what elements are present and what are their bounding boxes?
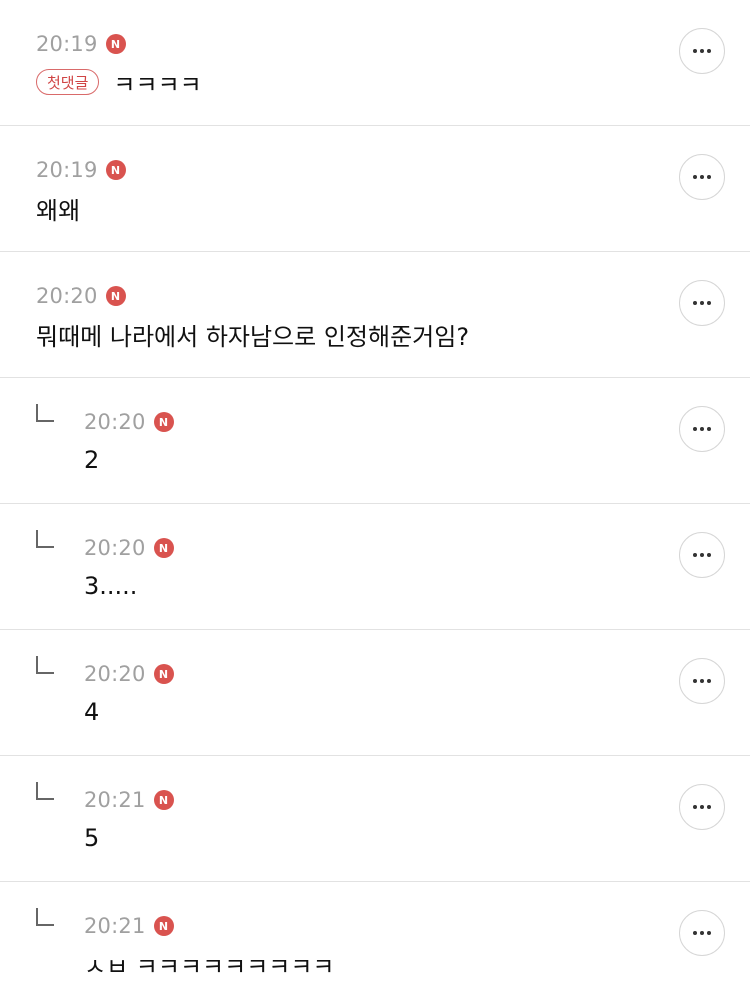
more-options-icon: [700, 805, 704, 809]
more-options-button[interactable]: [679, 154, 725, 200]
new-badge-icon: N: [105, 286, 126, 306]
more-options-icon: [693, 49, 697, 53]
comment-time: 20:21: [84, 914, 146, 938]
more-options-icon: [693, 679, 697, 683]
more-options-icon: [700, 49, 704, 53]
comment-text: 뭐때메 나라에서 하자남으로 인정해준거임?: [36, 322, 470, 351]
new-badge-icon: N: [153, 664, 174, 684]
more-options-icon: [700, 553, 704, 557]
comment-time: 20:20: [84, 536, 146, 560]
more-options-icon: [700, 931, 704, 935]
comment-time: 20:21: [84, 788, 146, 812]
more-options-icon: [707, 931, 711, 935]
comment-time: 20:20: [36, 284, 98, 308]
more-options-button[interactable]: [679, 910, 725, 956]
more-options-button[interactable]: [679, 280, 725, 326]
comment-meta: 20:20 N: [36, 283, 126, 309]
more-options-icon: [693, 175, 697, 179]
comment-item: 20:19 N 첫댓글 ㅋㅋㅋㅋ: [0, 0, 750, 126]
comment-item: 20:19 N 왜왜: [0, 126, 750, 252]
comment-time: 20:19: [36, 32, 98, 56]
comment-meta: 20:19 N: [36, 157, 126, 183]
more-options-icon: [693, 427, 697, 431]
more-options-icon: [693, 805, 697, 809]
more-options-button[interactable]: [679, 658, 725, 704]
comment-text: 3.....: [84, 572, 138, 600]
more-options-icon: [707, 553, 711, 557]
comment-text: ㅅㅂ ㅋㅋㅋㅋㅋㅋㅋㅋㅋ: [84, 952, 335, 981]
more-options-icon: [693, 553, 697, 557]
more-options-icon: [700, 427, 704, 431]
more-options-button[interactable]: [679, 406, 725, 452]
reply-arrow-icon: [36, 656, 54, 674]
comment-text: 왜왜: [36, 196, 81, 225]
comment-meta: 20:20 N: [84, 661, 174, 687]
reply-arrow-icon: [36, 530, 54, 548]
comment-text: 5: [84, 824, 100, 852]
more-options-button[interactable]: [679, 28, 725, 74]
comment-item: 20:20 N 뭐때메 나라에서 하자남으로 인정해준거임?: [0, 252, 750, 378]
more-options-icon: [700, 301, 704, 305]
new-badge-icon: N: [153, 412, 174, 432]
comment-body: ㅅㅂ ㅋㅋㅋㅋㅋㅋㅋㅋㅋ: [84, 946, 335, 982]
reply-item: 20:21 N 5: [0, 756, 750, 882]
comment-meta: 20:19 N: [36, 31, 126, 57]
comment-body: 첫댓글 ㅋㅋㅋㅋ: [36, 64, 202, 100]
more-options-button[interactable]: [679, 532, 725, 578]
first-comment-tag: 첫댓글: [36, 69, 100, 95]
comment-time: 20:20: [84, 410, 146, 434]
more-options-icon: [707, 49, 711, 53]
more-options-icon: [707, 805, 711, 809]
comment-meta: 20:20 N: [84, 409, 174, 435]
comment-meta: 20:21 N: [84, 913, 174, 939]
reply-item: 20:20 N 4: [0, 630, 750, 756]
new-badge-icon: N: [105, 160, 126, 180]
comment-body: 2: [84, 442, 99, 478]
comment-body: 3.....: [84, 568, 137, 604]
new-badge-icon: N: [153, 538, 174, 558]
more-options-icon: [700, 175, 704, 179]
comment-time: 20:20: [84, 662, 146, 686]
more-options-button[interactable]: [679, 784, 725, 830]
comment-time: 20:19: [36, 158, 98, 182]
comment-list: 20:19 N 첫댓글 ㅋㅋㅋㅋ 20:19 N 왜왜 20:20 N 뭐때메 …: [0, 0, 750, 1005]
reply-arrow-icon: [36, 908, 54, 926]
reply-item: 20:21 N ㅅㅂ ㅋㅋㅋㅋㅋㅋㅋㅋㅋ: [0, 882, 750, 1005]
comment-body: 4: [84, 694, 99, 730]
comment-meta: 20:20 N: [84, 535, 174, 561]
more-options-icon: [707, 427, 711, 431]
comment-body: 뭐때메 나라에서 하자남으로 인정해준거임?: [36, 316, 469, 352]
comment-text: 4: [84, 698, 100, 726]
new-badge-icon: N: [105, 34, 126, 54]
more-options-icon: [707, 679, 711, 683]
reply-item: 20:20 N 2: [0, 378, 750, 504]
reply-arrow-icon: [36, 782, 54, 800]
comment-meta: 20:21 N: [84, 787, 174, 813]
comment-body: 왜왜: [36, 190, 80, 226]
more-options-icon: [700, 679, 704, 683]
new-badge-icon: N: [153, 916, 174, 936]
more-options-icon: [707, 175, 711, 179]
more-options-icon: [707, 301, 711, 305]
reply-arrow-icon: [36, 404, 54, 422]
more-options-icon: [693, 931, 697, 935]
more-options-icon: [693, 301, 697, 305]
reply-item: 20:20 N 3.....: [0, 504, 750, 630]
new-badge-icon: N: [153, 790, 174, 810]
comment-text: ㅋㅋㅋㅋ: [113, 70, 202, 99]
comment-text: 2: [84, 446, 100, 474]
comment-body: 5: [84, 820, 99, 856]
